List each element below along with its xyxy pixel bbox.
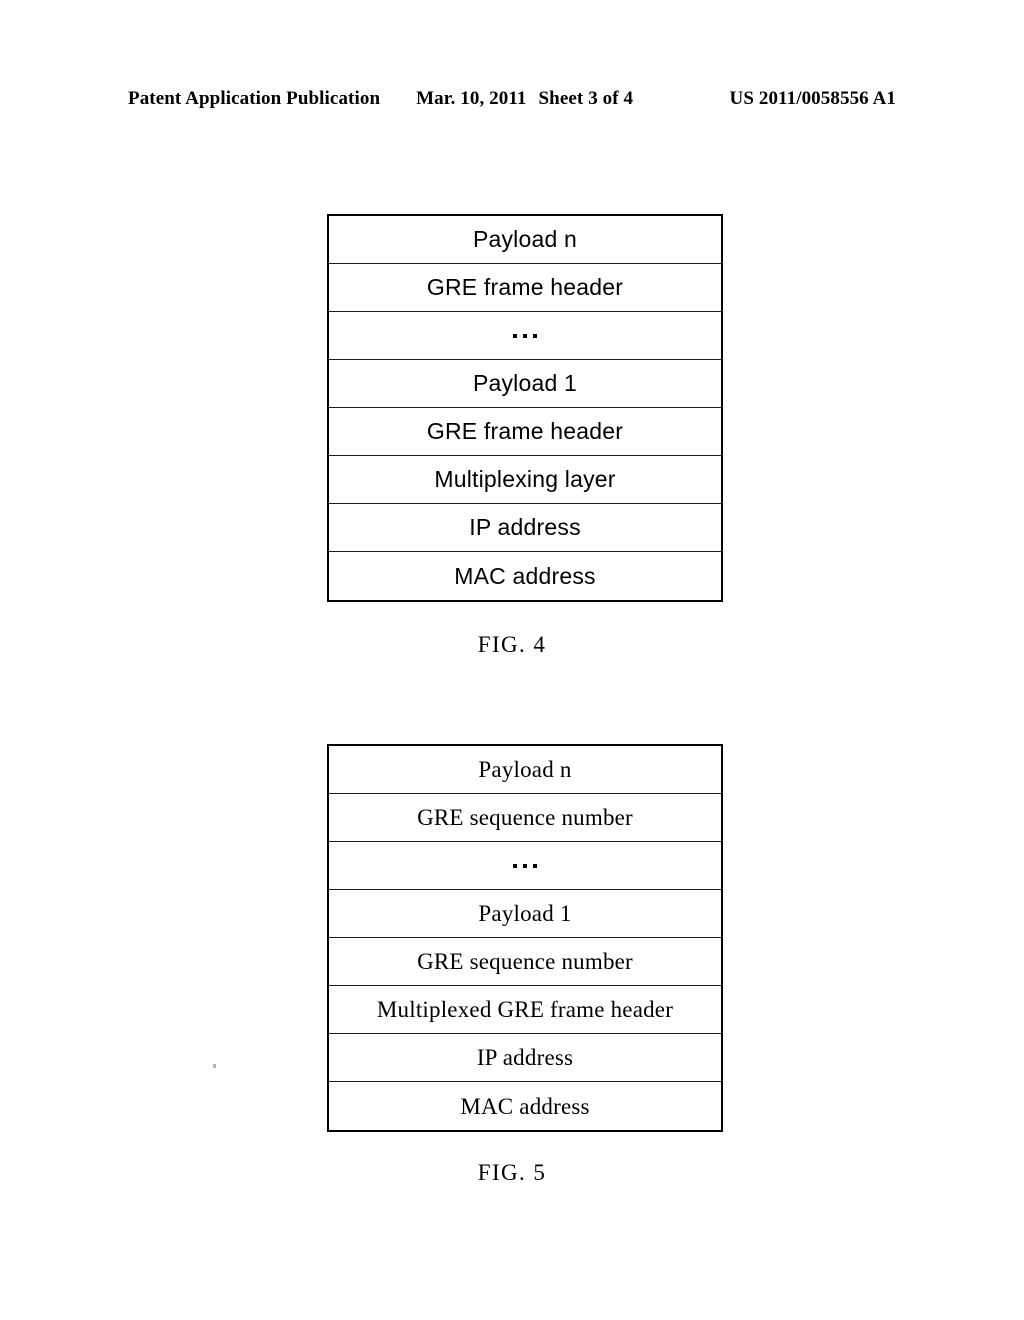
stack-row: MAC address xyxy=(329,1082,721,1130)
stack-row-label: GRE frame header xyxy=(426,418,624,444)
stack-row-label: Payload n xyxy=(472,226,578,252)
stack-row: GRE frame header xyxy=(329,264,721,312)
stack-row-label: IP address xyxy=(469,514,581,540)
stack-row: Multiplexed GRE frame header xyxy=(329,986,721,1034)
stack-row: Payload n xyxy=(329,216,721,264)
stack-row-label: GRE frame header xyxy=(426,274,624,300)
ellipsis-icon xyxy=(329,312,721,359)
stack-row-label: Payload n xyxy=(478,757,572,782)
scan-artifact-speck xyxy=(213,1064,216,1068)
figure-4-caption: FIG. 4 xyxy=(477,632,547,657)
stack-row-label: Multiplexed GRE frame header xyxy=(376,997,674,1022)
publication-date: Mar. 10, 2011 xyxy=(416,88,527,109)
stack-row: IP address xyxy=(329,504,721,552)
figure-5-caption: FIG. 5 xyxy=(477,1160,547,1185)
stack-row-ellipsis xyxy=(329,842,721,890)
ellipsis-dot xyxy=(523,863,527,868)
stack-row-label: Payload 1 xyxy=(472,370,578,396)
stack-row: Multiplexing layer xyxy=(329,456,721,504)
ellipsis-dot xyxy=(513,863,517,868)
protocol-stack-table: Payload n GRE frame header Payload 1 GRE fr… xyxy=(327,214,723,602)
stack-row: GRE sequence number xyxy=(329,938,721,986)
publication-number: US 2011/0058556 A1 xyxy=(729,88,896,109)
stack-row: MAC address xyxy=(329,552,721,600)
stack-row-label: IP address xyxy=(476,1045,574,1070)
stack-row: Payload n xyxy=(329,746,721,794)
stack-row: IP address xyxy=(329,1034,721,1082)
stack-row: GRE frame header xyxy=(329,408,721,456)
ellipsis-dot xyxy=(533,333,537,338)
figure-5-diagram: Payload n GRE sequence number Payload 1 GRE… xyxy=(327,744,723,1132)
page-header: Patent Application Publication Mar. 10, … xyxy=(128,88,896,114)
sheet-number: Sheet 3 of 4 xyxy=(538,88,634,109)
ellipsis-dot xyxy=(523,333,527,338)
protocol-stack-table: Payload n GRE sequence number Payload 1 GRE… xyxy=(327,744,723,1132)
stack-row: Payload 1 xyxy=(329,890,721,938)
stack-row: GRE sequence number xyxy=(329,794,721,842)
stack-row-label: GRE sequence number xyxy=(417,805,633,830)
stack-row-label: Payload 1 xyxy=(478,901,572,926)
publication-label: Patent Application Publication xyxy=(128,88,381,109)
stack-row-label: Multiplexing layer xyxy=(434,466,616,492)
stack-row-label: MAC address xyxy=(454,562,596,589)
stack-row-label: GRE sequence number xyxy=(417,949,633,974)
ellipsis-icon xyxy=(329,842,721,889)
stack-row: Payload 1 xyxy=(329,360,721,408)
figure-4-diagram: Payload n GRE frame header Payload 1 GRE fr… xyxy=(327,214,723,602)
stack-row-label: MAC address xyxy=(460,1093,590,1119)
ellipsis-dot xyxy=(513,333,517,338)
stack-row-ellipsis xyxy=(329,312,721,360)
ellipsis-dot xyxy=(533,863,537,868)
